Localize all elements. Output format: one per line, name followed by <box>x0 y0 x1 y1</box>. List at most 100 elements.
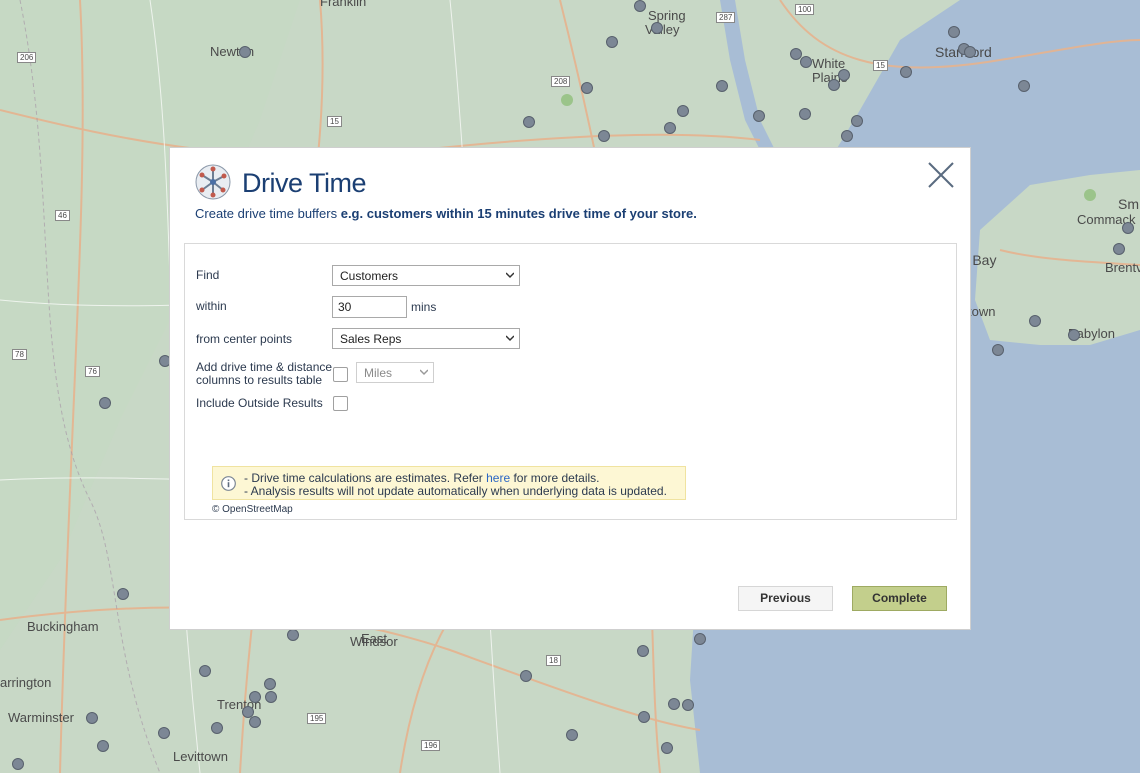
map-label-sm: Sm <box>1118 196 1139 212</box>
map-marker[interactable] <box>287 629 299 641</box>
map-marker[interactable] <box>1029 315 1041 327</box>
map-marker[interactable] <box>682 699 694 711</box>
chevron-down-icon <box>506 272 514 279</box>
complete-button[interactable]: Complete <box>852 586 947 611</box>
map-marker[interactable] <box>1113 243 1125 255</box>
map-marker[interactable] <box>97 740 109 752</box>
add-columns-label-line2: columns to results table <box>196 373 323 387</box>
minutes-unit-label: mins <box>411 300 437 314</box>
chevron-down-icon <box>420 369 428 376</box>
close-icon[interactable] <box>926 160 956 190</box>
map-label-brent: Brentv <box>1105 260 1140 275</box>
map-marker[interactable] <box>948 26 960 38</box>
previous-button[interactable]: Previous <box>738 586 833 611</box>
center-points-label: from center points <box>196 332 293 346</box>
dialog-title: Drive Time <box>242 168 367 198</box>
map-marker[interactable] <box>581 82 593 94</box>
map-marker[interactable] <box>838 69 850 81</box>
map-marker[interactable] <box>520 670 532 682</box>
map-marker[interactable] <box>99 397 111 409</box>
map-marker[interactable] <box>694 633 706 645</box>
map-marker[interactable] <box>117 588 129 600</box>
map-marker[interactable] <box>1018 80 1030 92</box>
subtitle-example: e.g. customers within 15 minutes drive t… <box>340 206 697 221</box>
map-attribution: © OpenStreetMap <box>212 504 293 515</box>
map-marker[interactable] <box>828 79 840 91</box>
map-label-franklin: Franklin <box>320 0 367 9</box>
map-marker[interactable] <box>211 722 223 734</box>
find-select-value: Customers <box>340 269 399 283</box>
route-shield-46: 46 <box>55 210 70 221</box>
within-minutes-input[interactable]: 30 <box>332 296 407 318</box>
map-marker[interactable] <box>12 758 24 770</box>
distance-unit-select[interactable]: Miles <box>356 362 434 383</box>
route-shield-206: 206 <box>17 52 37 63</box>
map-marker[interactable] <box>992 344 1004 356</box>
map-marker[interactable] <box>523 116 535 128</box>
map-marker[interactable] <box>651 22 663 34</box>
map-marker[interactable] <box>158 727 170 739</box>
chevron-down-icon <box>506 335 514 342</box>
subtitle-plain: Create drive time buffers <box>195 206 341 221</box>
dialog-subtitle: Create drive time buffers e.g. customers… <box>195 206 697 221</box>
map-marker[interactable] <box>964 46 976 58</box>
map-marker[interactable] <box>1122 222 1134 234</box>
map-marker[interactable] <box>638 711 650 723</box>
map-label-east-windsor-2: Windsor <box>350 634 398 649</box>
within-label: within <box>196 299 227 313</box>
route-shield-196: 196 <box>421 740 441 751</box>
map-label-town: town <box>968 304 996 319</box>
route-shield-18: 18 <box>546 655 561 666</box>
notice-line-1-pre: - Drive time calculations are estimates.… <box>244 471 487 485</box>
map-marker[interactable] <box>664 122 676 134</box>
distance-unit-select-value: Miles <box>364 366 393 380</box>
map-marker[interactable] <box>249 691 261 703</box>
center-points-select[interactable]: Sales Reps <box>332 328 520 349</box>
add-columns-checkbox[interactable] <box>333 367 348 382</box>
map-marker[interactable] <box>239 46 251 58</box>
notice-details-link[interactable]: here <box>486 471 510 485</box>
route-shield-195: 195 <box>307 713 327 724</box>
map-marker[interactable] <box>265 691 277 703</box>
map-label-spring-valley: Spring <box>648 8 686 23</box>
map-marker[interactable] <box>566 729 578 741</box>
map-marker[interactable] <box>606 36 618 48</box>
route-shield-15: 15 <box>873 60 888 71</box>
include-outside-checkbox[interactable] <box>333 396 348 411</box>
route-shield-78: 78 <box>12 349 27 360</box>
route-shield-76: 76 <box>85 366 100 377</box>
route-shield-287: 287 <box>716 12 736 23</box>
map-marker[interactable] <box>598 130 610 142</box>
map-marker[interactable] <box>249 716 261 728</box>
map-marker[interactable] <box>841 130 853 142</box>
notice-line-2: - Analysis results will not update autom… <box>244 484 667 498</box>
notice-line-1: - Drive time calculations are estimates.… <box>244 471 600 485</box>
route-shield-100: 100 <box>795 4 815 15</box>
map-marker[interactable] <box>199 665 211 677</box>
map-marker[interactable] <box>668 698 680 710</box>
find-select[interactable]: Customers <box>332 265 520 286</box>
route-shield-15b: 15 <box>327 116 342 127</box>
map-marker[interactable] <box>799 108 811 120</box>
map-marker[interactable] <box>716 80 728 92</box>
add-columns-label: Add drive time & distance columns to res… <box>196 361 332 387</box>
map-marker[interactable] <box>661 742 673 754</box>
drive-time-icon <box>195 164 231 200</box>
map-marker[interactable] <box>677 105 689 117</box>
map-marker[interactable] <box>753 110 765 122</box>
center-points-select-value: Sales Reps <box>340 332 402 346</box>
find-label: Find <box>196 268 220 282</box>
map-marker[interactable] <box>1068 329 1080 341</box>
route-shield-208: 208 <box>551 76 571 87</box>
map-label-levittown: Levittown <box>173 749 228 764</box>
map-marker[interactable] <box>800 56 812 68</box>
map-marker[interactable] <box>634 0 646 12</box>
map-marker[interactable] <box>264 678 276 690</box>
map-label-arrington: arrington <box>0 675 52 690</box>
map-marker[interactable] <box>851 115 863 127</box>
include-outside-label: Include Outside Results <box>196 396 323 410</box>
map-label-warminster: Warminster <box>8 710 74 725</box>
map-marker[interactable] <box>86 712 98 724</box>
map-marker[interactable] <box>900 66 912 78</box>
map-marker[interactable] <box>637 645 649 657</box>
